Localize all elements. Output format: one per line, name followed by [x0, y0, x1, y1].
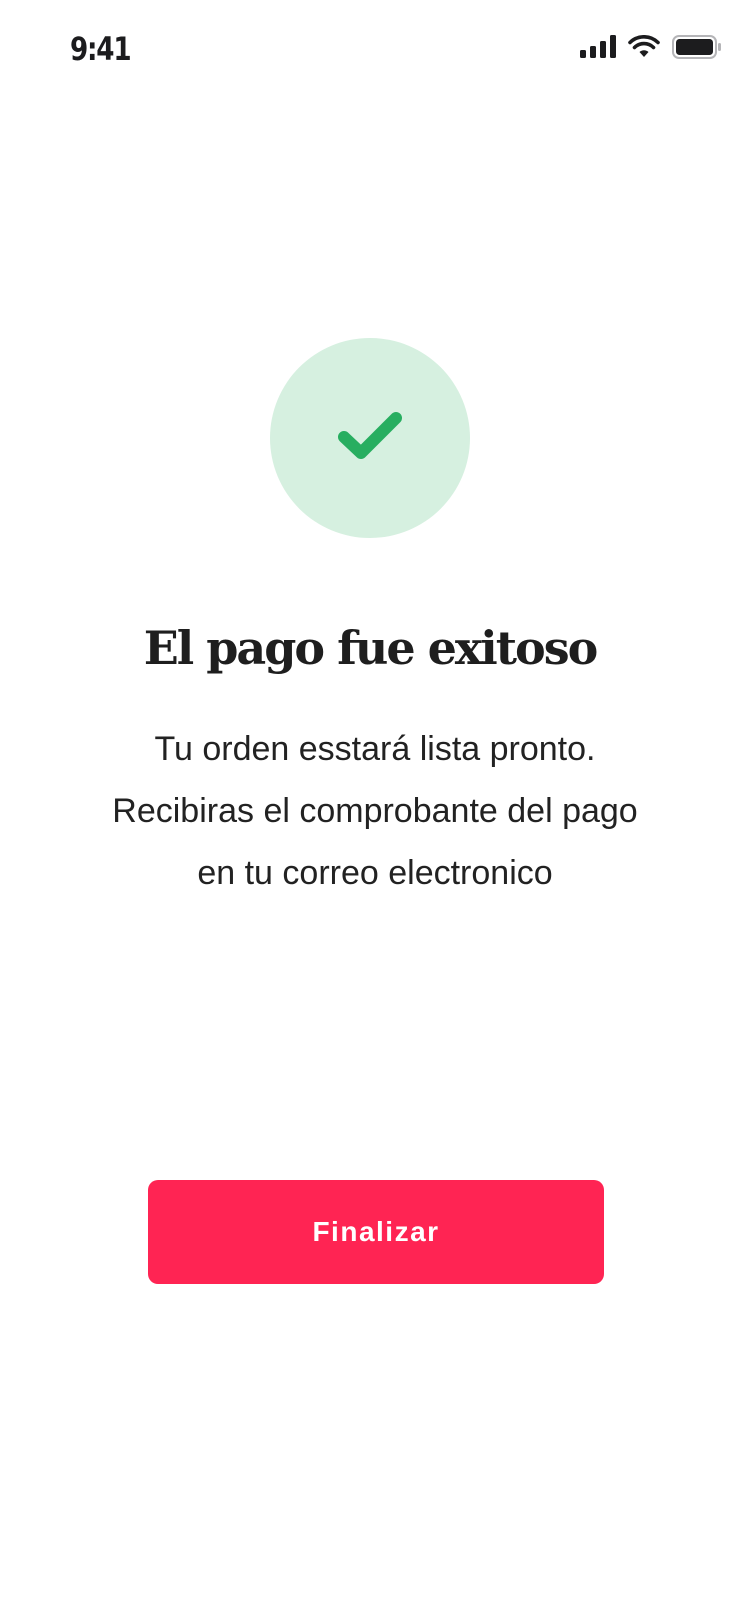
- payment-success-screen: 9:41 El pago fue exitoso Tu orden esstar…: [0, 0, 750, 1624]
- status-icons: [580, 30, 722, 64]
- status-bar: 9:41: [0, 0, 750, 100]
- wifi-icon: [628, 35, 660, 59]
- message-line-2: Recibiras el comprobante del pago: [112, 792, 638, 830]
- success-message: Tu orden esstará lista pronto. Recibiras…: [50, 718, 700, 904]
- message-line-3: en tu correo electronico: [197, 854, 553, 892]
- cellular-signal-icon: [580, 35, 616, 59]
- success-icon-circle: [270, 338, 470, 538]
- status-time: 9:41: [70, 30, 132, 68]
- finish-button[interactable]: Finalizar: [148, 1180, 604, 1284]
- checkmark-icon: [337, 410, 403, 467]
- battery-icon: [672, 35, 722, 59]
- message-line-1: Tu orden esstará lista pronto.: [154, 730, 596, 768]
- page-title: El pago fue exitoso: [143, 621, 599, 675]
